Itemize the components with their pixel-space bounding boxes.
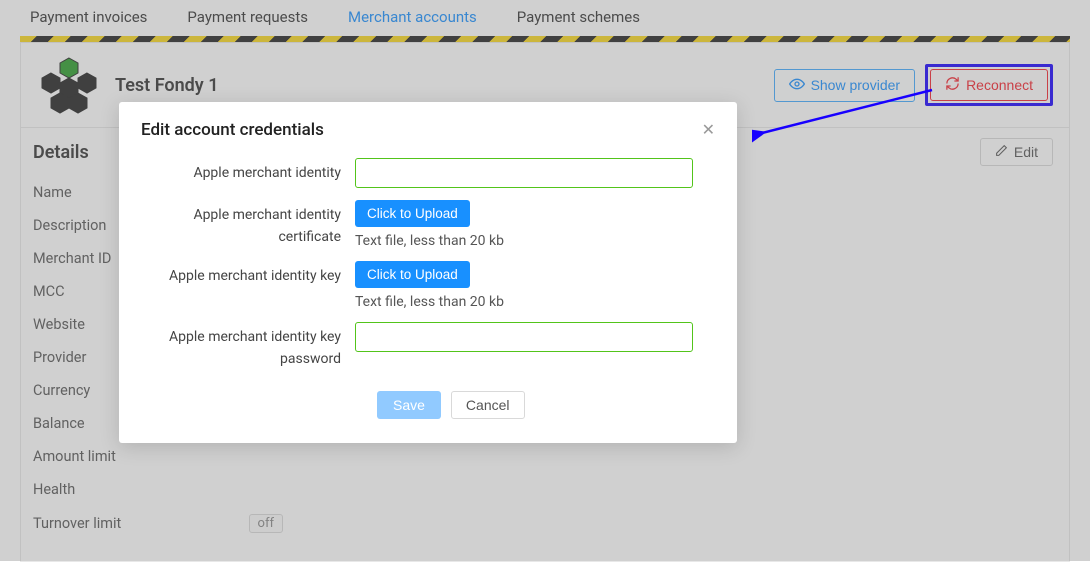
modal-title: Edit account credentials [141, 120, 324, 140]
edit-credentials-modal: Edit account credentials ✕ Apple merchan… [119, 102, 737, 443]
key-upload-button[interactable]: Click to Upload [355, 261, 470, 288]
cancel-button[interactable]: Cancel [451, 391, 525, 419]
keypass-input[interactable] [355, 322, 693, 352]
identity-input[interactable] [355, 158, 693, 188]
cert-label: Apple merchant identity certificate [141, 200, 341, 249]
cert-hint: Text file, less than 20 kb [355, 233, 504, 249]
close-icon[interactable]: ✕ [702, 122, 715, 138]
save-button[interactable]: Save [377, 391, 441, 419]
key-hint: Text file, less than 20 kb [355, 294, 504, 310]
key-label: Apple merchant identity key [141, 261, 341, 287]
identity-label: Apple merchant identity [141, 158, 341, 184]
keypass-label: Apple merchant identity key password [141, 322, 341, 371]
cert-upload-button[interactable]: Click to Upload [355, 200, 470, 227]
